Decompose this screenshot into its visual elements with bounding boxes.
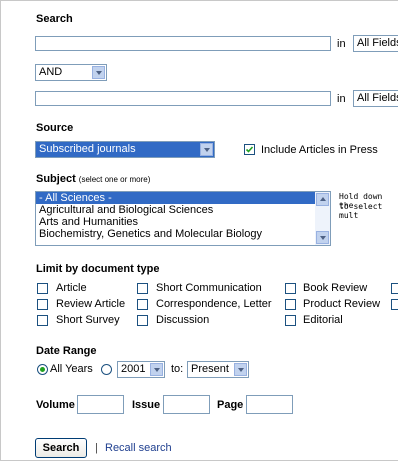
list-item[interactable]: Arts and Humanities bbox=[36, 216, 330, 228]
doctype-shortcomm-label: Short Communication bbox=[156, 282, 262, 294]
subject-hint-2: to select mult bbox=[339, 202, 383, 220]
field-select-2[interactable]: All Fields bbox=[353, 90, 398, 107]
doctype-review-checkbox[interactable] bbox=[37, 299, 48, 310]
to-label: to: bbox=[171, 363, 184, 375]
doctype-productreview-checkbox[interactable] bbox=[285, 299, 296, 310]
doctype-productreview-label: Product Review bbox=[303, 298, 381, 310]
list-item[interactable]: Agricultural and Biological Sciences bbox=[36, 204, 330, 216]
chevron-down-icon bbox=[150, 363, 163, 376]
all-years-radio[interactable] bbox=[37, 364, 48, 375]
subject-listbox[interactable]: - All Sciences - Agricultural and Biolog… bbox=[35, 191, 331, 246]
doctype-bookreview-label: Book Review bbox=[303, 282, 368, 294]
from-year-select[interactable]: 2001 bbox=[117, 361, 165, 378]
source-value: Subscribed journals bbox=[39, 143, 136, 155]
doctype-letter-checkbox[interactable] bbox=[137, 299, 148, 310]
scroll-down-icon[interactable] bbox=[316, 231, 329, 244]
doctype-more-checkbox-2[interactable] bbox=[391, 299, 398, 310]
action-separator: | bbox=[95, 442, 98, 454]
chevron-down-icon bbox=[234, 363, 247, 376]
in-label-2: in bbox=[337, 93, 346, 105]
issue-label: Issue bbox=[132, 399, 161, 411]
year-range-radio[interactable] bbox=[101, 364, 112, 375]
search-button[interactable]: Search bbox=[35, 438, 87, 458]
doctype-letter-label: Correspondence, Letter bbox=[156, 298, 272, 310]
source-select[interactable]: Subscribed journals bbox=[35, 141, 215, 158]
doctype-review-label: Review Article bbox=[56, 298, 126, 310]
doctype-editorial-checkbox[interactable] bbox=[285, 315, 296, 326]
search-term-input-2[interactable] bbox=[35, 91, 331, 106]
page-label: Page bbox=[217, 399, 244, 411]
recall-search-link[interactable]: Recall search bbox=[105, 442, 172, 454]
to-year-select[interactable]: Present bbox=[187, 361, 249, 378]
doctype-bookreview-checkbox[interactable] bbox=[285, 283, 296, 294]
chevron-down-icon bbox=[200, 143, 213, 156]
from-year-value: 2001 bbox=[121, 363, 146, 375]
doctype-discussion-label: Discussion bbox=[156, 314, 210, 326]
subject-heading-text: Subject bbox=[36, 173, 76, 185]
scroll-up-icon[interactable] bbox=[316, 193, 329, 206]
issue-input[interactable] bbox=[163, 395, 210, 414]
operator-value: AND bbox=[39, 66, 63, 78]
volume-label: Volume bbox=[36, 399, 75, 411]
volume-input[interactable] bbox=[77, 395, 124, 414]
to-year-value: Present bbox=[191, 363, 229, 375]
subject-note: (select one or more) bbox=[78, 175, 151, 184]
search-panel: Search in All Fields AND in All Fields S… bbox=[0, 0, 398, 461]
doctype-article-checkbox[interactable] bbox=[37, 283, 48, 294]
all-years-label: All Years bbox=[50, 363, 93, 375]
operator-select[interactable]: AND bbox=[35, 64, 107, 81]
search-term-input-1[interactable] bbox=[35, 36, 331, 51]
page-input[interactable] bbox=[246, 395, 293, 414]
in-label-1: in bbox=[337, 38, 346, 50]
checkmark-icon bbox=[245, 146, 254, 153]
doctype-discussion-checkbox[interactable] bbox=[137, 315, 148, 326]
date-range-heading: Date Range bbox=[36, 345, 97, 357]
source-heading: Source bbox=[36, 122, 74, 134]
field-select-1[interactable]: All Fields bbox=[353, 35, 398, 52]
doctype-survey-label: Short Survey bbox=[56, 314, 120, 326]
doctype-heading: Limit by document type bbox=[36, 263, 160, 275]
chevron-down-icon bbox=[92, 66, 105, 79]
include-in-press-label: Include Articles in Press bbox=[261, 144, 378, 156]
include-in-press-checkbox[interactable] bbox=[244, 144, 255, 155]
doctype-editorial-label: Editorial bbox=[303, 314, 343, 326]
list-item[interactable]: Biochemistry, Genetics and Molecular Bio… bbox=[36, 228, 330, 240]
doctype-article-label: Article bbox=[56, 282, 87, 294]
doctype-more-checkbox-1[interactable] bbox=[391, 283, 398, 294]
doctype-shortcomm-checkbox[interactable] bbox=[137, 283, 148, 294]
search-heading: Search bbox=[36, 13, 73, 25]
subject-heading: Subject (select one or more) bbox=[36, 173, 150, 185]
listbox-scrollbar[interactable] bbox=[315, 192, 330, 245]
doctype-survey-checkbox[interactable] bbox=[37, 315, 48, 326]
list-item[interactable]: - All Sciences - bbox=[36, 192, 330, 204]
